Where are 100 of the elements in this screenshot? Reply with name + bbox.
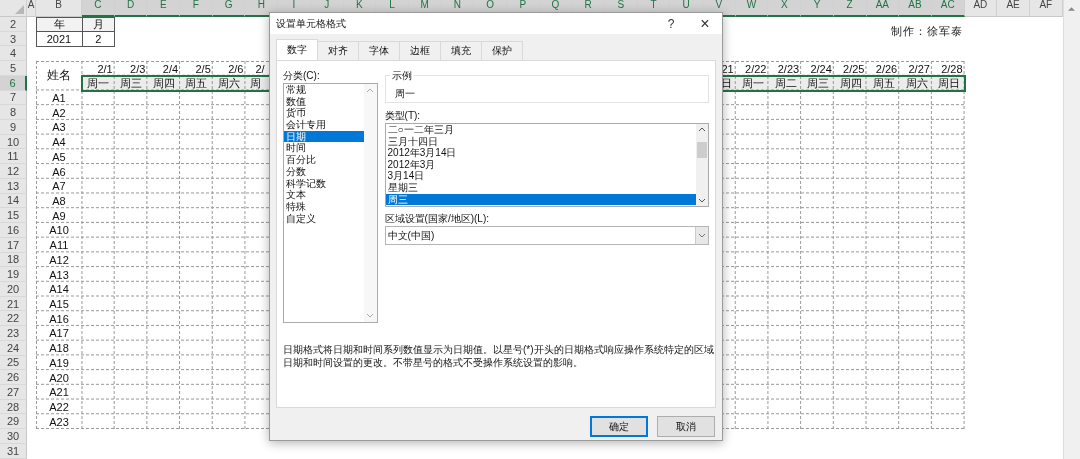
table-cell-text: 2/ [254,61,266,76]
row-header[interactable]: 26 [0,370,27,385]
table-cell-text: 2/23 [776,61,801,76]
scroll-up-icon[interactable] [698,127,706,132]
column-header[interactable]: AB [899,0,932,17]
table-cell-text: A16 [48,311,70,327]
type-item[interactable]: 2012年3月14日 [385,147,696,159]
ok-button[interactable]: 确定 [590,416,648,437]
table-cell-text: A5 [51,149,67,165]
category-item[interactable]: 科学记数 [284,177,364,190]
table-cell-text: 2/25 [842,61,866,76]
column-header[interactable]: Y [801,0,834,17]
table-cell-text: A12 [48,252,70,268]
type-item[interactable]: 二○一二年三月 [385,124,696,136]
column-header[interactable]: W [735,0,769,17]
table-cell-text: A11 [48,238,70,253]
description-text: 日期格式将日期和时间系列数值显示为日期值。以星号(*)开头的日期格式响应操作系统特定的区域日期和时间设置的更改。不带星号的格式不受操作系统设置的影响。 [283,343,715,369]
column-header[interactable]: AD [964,0,998,17]
table-cell-text: 2/26 [874,61,899,76]
column-header[interactable]: Z [833,0,867,17]
type-label: 类型(T): [384,109,422,122]
table-cell: 2021 [35,31,83,47]
table-cell-text: A9 [51,208,67,224]
category-item[interactable]: 货币 [284,107,364,120]
table-cell-text: 2/27 [907,61,931,76]
row-header[interactable]: 4 [0,46,27,62]
category-item[interactable]: 日期 [284,130,364,143]
table-cell-text: 2/1 [96,61,114,76]
category-item[interactable]: 百分比 [284,154,364,166]
table-cell-text: A8 [51,194,67,209]
row-header[interactable]: 29 [0,414,27,430]
table-cell-text: A7 [51,179,67,194]
row-header[interactable]: 8 [0,105,27,121]
row-header[interactable]: 16 [0,223,27,238]
table-cell-text: 周 [249,75,263,91]
scroll-thumb[interactable] [697,142,707,158]
table-cell-text: 姓名 [46,67,72,85]
author-text: 制作：徐军泰 [889,24,964,41]
category-item[interactable]: 特殊 [284,200,364,213]
type-item[interactable]: 三月十四日 [385,135,696,148]
column-header[interactable]: AA [866,0,900,17]
column-header[interactable]: AF [1029,0,1063,17]
type-item[interactable]: 星期三 [385,181,696,194]
table-cell-text: 2/3 [129,61,147,76]
scrollbar[interactable] [1062,0,1080,459]
table-cell-text: 周五 [184,75,209,91]
row-header[interactable]: 23 [0,326,27,341]
table-cell-text: 周四 [151,75,176,91]
column-header[interactable]: X [768,0,802,17]
table-cell: 2 [81,31,116,47]
locale-dropdown[interactable]: 中文(中国) [384,226,709,245]
chevron-down-icon [698,233,706,238]
type-list[interactable]: 二○一二年三月 三月十四日 2012年3月14日 2012年3月 3月14日 星期三 周三 [384,123,709,207]
type-item[interactable]: 周三 [385,193,696,206]
row-header[interactable]: 12 [0,164,27,179]
category-item[interactable]: 数值 [284,95,364,108]
row-header[interactable]: 22 [0,311,27,327]
table-cell-text: A13 [48,267,70,282]
row-header[interactable]: 5 [0,61,27,76]
row-header[interactable]: 15 [0,208,27,224]
table-cell-text: 周四 [839,75,864,91]
category-item[interactable]: 会计专用 [284,119,364,131]
category-label: 分类(C): [283,69,321,82]
category-item[interactable]: 时间 [284,142,364,155]
locale-label: 区域设置(国家/地区)(L): [384,212,490,225]
table-cell-text: 2/24 [809,61,833,76]
scroll-up-icon[interactable] [1068,6,1076,11]
row-header[interactable]: 30 [0,429,27,444]
column-header[interactable]: AE [997,0,1030,17]
tab[interactable]: 数字 [276,39,318,60]
column-header[interactable]: D [114,0,148,17]
table-cell-text: A19 [48,355,70,371]
scroll-down-icon[interactable] [698,198,706,203]
column-header[interactable]: B [36,0,82,17]
table-cell-text: A6 [51,164,67,179]
category-list[interactable]: 常规 数值 货币 会计专用 日期 时间 百分比 分数 科学记数 文本 特殊 自定义 [283,83,378,323]
category-item[interactable]: 常规 [284,84,364,96]
type-item[interactable]: 2012年3月 [385,158,696,171]
table-cell-text: A3 [51,120,67,135]
category-item[interactable]: 自定义 [284,212,364,225]
column-header[interactable]: AC [931,0,965,17]
column-header[interactable]: C [82,0,115,17]
table-cell-text: 周三 [119,75,144,91]
row-header[interactable]: 2 [0,17,27,32]
table-cell-text: A1 [51,90,67,106]
cancel-button[interactable]: 取消 [657,416,715,437]
column-header[interactable]: G [212,0,246,17]
row-header[interactable]: 19 [0,267,27,282]
category-item[interactable]: 文本 [284,189,364,201]
column-header[interactable]: F [180,0,213,17]
column-header[interactable]: E [147,0,181,17]
tab[interactable]: 保护 [481,41,523,60]
row-header[interactable]: 11 [0,149,27,165]
category-item[interactable]: 分数 [284,165,364,178]
select-all-icon[interactable] [15,5,24,14]
table-cell-text: 周二 [773,75,798,91]
row-header[interactable]: 9 [0,120,27,135]
table-cell-text: 2/5 [194,61,212,76]
type-item[interactable]: 3月14日 [385,170,696,182]
table-cell-text: A22 [48,400,70,415]
